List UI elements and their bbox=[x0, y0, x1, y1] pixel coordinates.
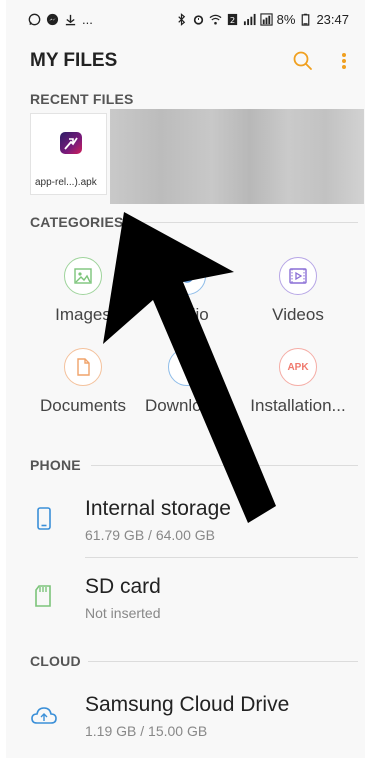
category-videos-label: Videos bbox=[272, 305, 324, 324]
internal-storage-usage: 61.79 GB / 64.00 GB bbox=[85, 527, 215, 543]
category-downloads-label: Downloads bbox=[144, 396, 230, 415]
signal-icon bbox=[243, 13, 256, 26]
samsung-cloud-usage: 1.19 GB / 15.00 GB bbox=[85, 723, 208, 739]
category-documents-label: Documents bbox=[40, 396, 126, 415]
apk-badge: APK bbox=[287, 361, 309, 373]
phone-storage-icon bbox=[30, 504, 58, 532]
status-bar-left: ... bbox=[28, 12, 93, 27]
screen: ... 2 8% 23:47 MY FILES RECENT FILES app… bbox=[6, 0, 365, 758]
category-audio-label: Audio bbox=[165, 305, 209, 324]
search-button[interactable] bbox=[292, 50, 314, 72]
sd-card-status: Not inserted bbox=[85, 605, 161, 621]
clock: 23:47 bbox=[316, 12, 349, 27]
recent-file-card[interactable]: app-rel...).apk bbox=[30, 113, 107, 195]
more-notifications: ... bbox=[82, 12, 93, 27]
phone-label: PHONE bbox=[30, 457, 81, 473]
category-audio[interactable]: Audio bbox=[132, 257, 242, 325]
category-installation[interactable]: APK Installation... bbox=[243, 348, 353, 416]
internal-storage-title: Internal storage bbox=[85, 497, 231, 520]
category-downloads[interactable]: Downloads bbox=[132, 348, 242, 416]
sd-card-icon bbox=[30, 582, 58, 610]
cloud-divider bbox=[88, 661, 358, 662]
whatsapp-icon bbox=[28, 13, 41, 26]
alarm-icon bbox=[192, 13, 205, 26]
row-divider bbox=[85, 557, 358, 558]
redacted-recent-files bbox=[110, 109, 364, 204]
category-documents[interactable]: Documents bbox=[28, 348, 138, 416]
sim-icon: 2 bbox=[226, 13, 239, 26]
more-vert-icon bbox=[342, 53, 346, 69]
categories-divider bbox=[132, 222, 358, 223]
svg-text:2: 2 bbox=[230, 15, 235, 25]
status-bar: ... 2 8% 23:47 bbox=[6, 0, 365, 40]
category-installation-label: Installation... bbox=[250, 396, 346, 415]
recent-file-name: app-rel...).apk bbox=[35, 177, 97, 188]
battery-percent: 8% bbox=[276, 12, 296, 27]
documents-icon bbox=[64, 348, 102, 386]
audio-icon bbox=[168, 257, 206, 295]
videos-icon bbox=[279, 257, 317, 295]
cloud-icon bbox=[30, 702, 58, 730]
categories-label: CATEGORIES bbox=[30, 214, 124, 230]
messenger-icon bbox=[46, 13, 59, 26]
cloud-label: CLOUD bbox=[30, 653, 81, 669]
images-icon bbox=[64, 257, 102, 295]
category-images-label: Images bbox=[55, 305, 111, 324]
wifi-icon bbox=[209, 13, 222, 26]
page-title: MY FILES bbox=[30, 50, 118, 71]
more-options-button[interactable] bbox=[339, 50, 349, 72]
download-icon bbox=[64, 13, 77, 26]
samsung-cloud-title: Samsung Cloud Drive bbox=[85, 693, 290, 716]
downloads-icon bbox=[168, 348, 206, 386]
samsung-cloud-row[interactable]: Samsung Cloud Drive 1.19 GB / 15.00 GB bbox=[6, 686, 365, 746]
internal-storage-row[interactable]: Internal storage 61.79 GB / 64.00 GB bbox=[6, 490, 365, 554]
apk-icon: APK bbox=[279, 348, 317, 386]
bluetooth-icon bbox=[175, 13, 188, 26]
battery-icon bbox=[299, 13, 312, 26]
app-bar: MY FILES bbox=[6, 40, 365, 84]
search-icon bbox=[293, 51, 312, 70]
status-bar-right: 2 8% 23:47 bbox=[175, 12, 349, 27]
signal-icon-2 bbox=[260, 13, 273, 26]
phone-divider bbox=[91, 465, 358, 466]
category-videos[interactable]: Videos bbox=[243, 257, 353, 325]
sd-card-title: SD card bbox=[85, 575, 161, 598]
sd-card-row[interactable]: SD card Not inserted bbox=[6, 568, 365, 632]
category-images[interactable]: Images bbox=[28, 257, 138, 325]
recent-files-label: RECENT FILES bbox=[30, 91, 134, 107]
apk-app-icon bbox=[60, 132, 82, 154]
